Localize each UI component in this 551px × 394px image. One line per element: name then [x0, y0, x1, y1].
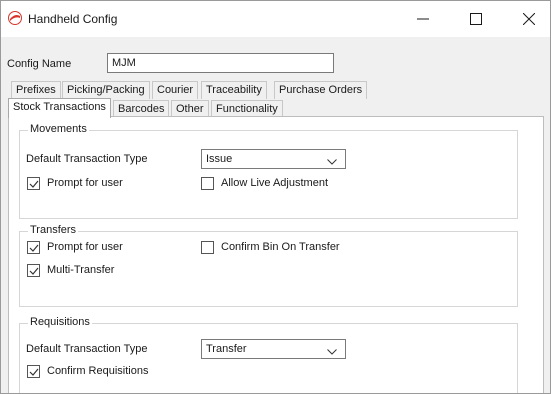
movements-prompt-for-user-checkbox[interactable]: [27, 177, 40, 190]
tab-picking-packing[interactable]: Picking/Packing: [62, 81, 150, 99]
movements-default-type-label: Default Transaction Type: [26, 153, 148, 165]
transfers-group: Transfers Prompt for user Confirm Bin On…: [19, 224, 518, 307]
transfers-prompt-for-user-checkbox[interactable]: [27, 241, 40, 254]
transfers-title: Transfers: [28, 224, 79, 236]
allow-live-adjustment-checkbox[interactable]: [201, 177, 214, 190]
confirm-bin-on-transfer-label: Confirm Bin On Transfer: [221, 241, 340, 253]
allow-live-adjustment-label: Allow Live Adjustment: [221, 177, 328, 189]
close-icon: [523, 13, 535, 25]
close-button[interactable]: [506, 1, 550, 37]
requisitions-default-type-value: Transfer: [206, 343, 247, 355]
chevron-down-icon: [327, 156, 337, 168]
requisitions-title: Requisitions: [28, 316, 92, 328]
minimize-icon: [417, 18, 429, 20]
movements-group: Movements Default Transaction Type Issue…: [19, 123, 518, 219]
minimize-button[interactable]: [400, 1, 446, 37]
confirm-requisitions-checkbox[interactable]: [27, 365, 40, 378]
movements-default-type-select[interactable]: Issue: [201, 149, 346, 169]
tab-courier[interactable]: Courier: [152, 81, 199, 99]
app-logo-icon: [8, 11, 22, 25]
multi-transfer-checkbox[interactable]: [27, 264, 40, 277]
checkmark-icon: [29, 368, 39, 376]
checkmark-icon: [29, 180, 39, 188]
requisitions-default-type-select[interactable]: Transfer: [201, 339, 346, 359]
config-name-label: Config Name: [7, 58, 72, 70]
config-name-input[interactable]: [107, 53, 334, 73]
requisitions-default-type-label: Default Transaction Type: [26, 343, 148, 355]
movements-prompt-for-user-label: Prompt for user: [47, 177, 123, 189]
multi-transfer-label: Multi-Transfer: [47, 264, 115, 276]
checkmark-icon: [29, 244, 39, 252]
chevron-down-icon: [327, 346, 337, 358]
transfers-prompt-for-user-label: Prompt for user: [47, 241, 123, 253]
tab-traceability[interactable]: Traceability: [201, 81, 267, 99]
maximize-button[interactable]: [453, 1, 499, 37]
handheld-config-window: Handheld Config Config Name Prefixes Pic…: [0, 0, 551, 394]
confirm-requisitions-label: Confirm Requisitions: [47, 365, 149, 377]
window-title: Handheld Config: [28, 12, 118, 26]
maximize-icon: [470, 13, 482, 25]
movements-default-type-value: Issue: [206, 153, 233, 165]
title-bar[interactable]: Handheld Config: [1, 1, 550, 37]
checkmark-icon: [29, 267, 39, 275]
tab-stock-transactions[interactable]: Stock Transactions: [8, 98, 111, 118]
confirm-bin-on-transfer-checkbox[interactable]: [201, 241, 214, 254]
tab-purchase-orders[interactable]: Purchase Orders: [274, 81, 368, 99]
tab-prefixes[interactable]: Prefixes: [11, 81, 61, 99]
stock-transactions-panel: Movements Default Transaction Type Issue…: [8, 116, 544, 393]
requisitions-group: Requisitions Default Transaction Type Tr…: [19, 316, 518, 393]
movements-title: Movements: [28, 123, 89, 135]
